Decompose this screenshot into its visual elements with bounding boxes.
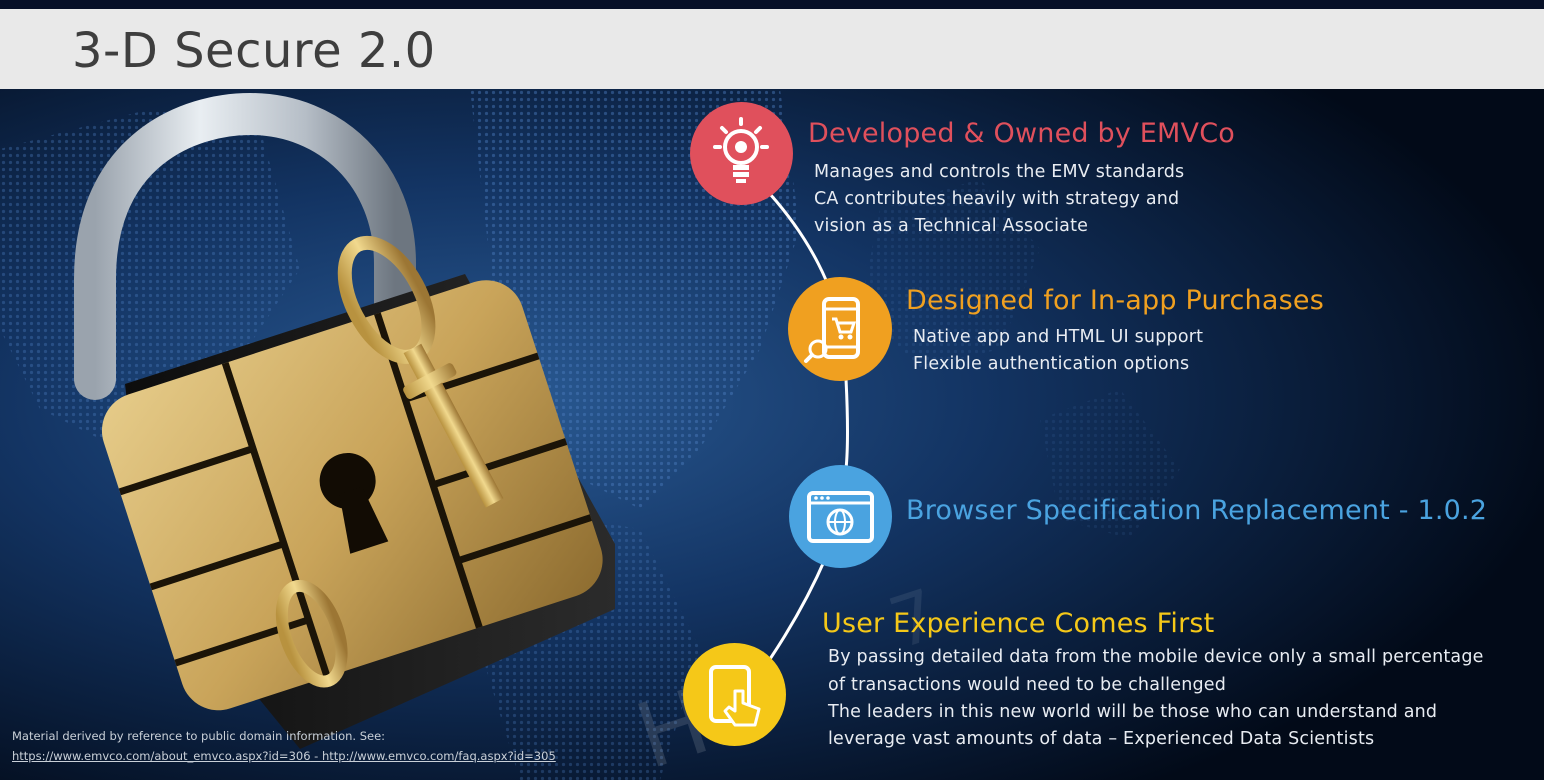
user-experience-line-4: leverage vast amounts of data – Experien… — [828, 729, 1375, 749]
slide: HE 7 — [0, 0, 1544, 780]
in-app-purchases-line-2: Flexible authentication options — [913, 354, 1190, 374]
user-experience-heading: User Experience Comes First — [822, 608, 1215, 639]
title-bar: 3-D Secure 2.0 — [0, 9, 1544, 89]
page-title: 3-D Secure 2.0 — [72, 23, 436, 79]
user-experience-line-1: By passing detailed data from the mobile… — [828, 647, 1484, 667]
developed-by-emvco-line-2: CA contributes heavily with strategy and — [814, 189, 1180, 209]
developed-by-emvco-heading: Developed & Owned by EMVCo — [808, 118, 1235, 149]
lightbulb-gear-icon — [713, 117, 769, 183]
emvco-about-link[interactable]: https://www.emvco.com/about_emvco.aspx?i… — [12, 749, 311, 763]
emvco-faq-link[interactable]: http://www.emvco.com/faq.aspx?id=305 — [322, 749, 556, 763]
in-app-purchases-icon-circle — [788, 277, 892, 381]
browser-spec-heading: Browser Specification Replacement - 1.0.… — [906, 495, 1488, 526]
browser-globe-icon — [807, 491, 874, 543]
developed-by-emvco-line-1: Manages and controls the EMV standards — [814, 162, 1185, 182]
user-experience-line-3: The leaders in this new world will be th… — [828, 702, 1438, 722]
footnote-text: Material derived by reference to public … — [12, 729, 386, 743]
in-app-purchases-line-1: Native app and HTML UI support — [913, 327, 1204, 347]
link-separator: - — [310, 749, 322, 763]
phone-cart-icon — [804, 297, 860, 363]
user-experience-icon-circle — [683, 643, 786, 746]
developed-by-emvco-icon-circle — [690, 102, 793, 205]
touch-tablet-icon — [709, 665, 761, 727]
in-app-purchases-heading: Designed for In-app Purchases — [906, 285, 1324, 316]
user-experience-line-2: of transactions would need to be challen… — [828, 675, 1227, 695]
footnote-links: https://www.emvco.com/about_emvco.aspx?i… — [12, 749, 556, 763]
top-strip — [0, 0, 1544, 9]
developed-by-emvco-line-3: vision as a Technical Associate — [814, 216, 1089, 236]
browser-spec-icon-circle — [789, 465, 892, 568]
